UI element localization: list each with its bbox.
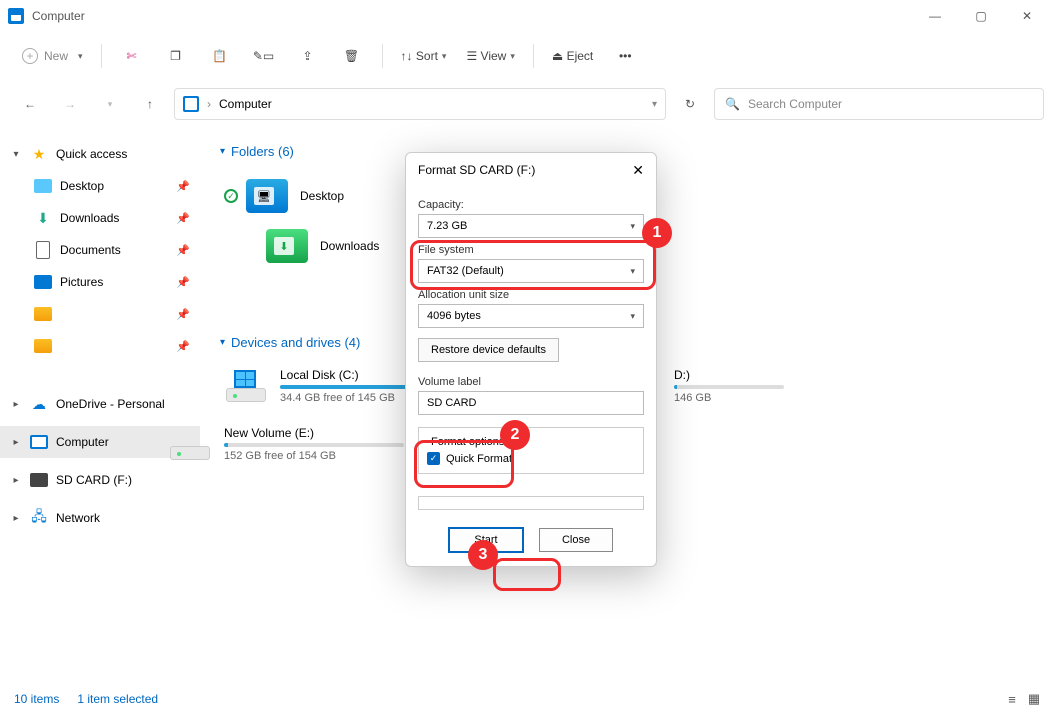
annotation-box-2	[414, 440, 514, 488]
sidebar-item-onedrive[interactable]: ▸ ☁ OneDrive - Personal	[0, 388, 200, 420]
allocation-label: Allocation unit size	[418, 289, 644, 301]
share-button[interactable]: ⇪	[288, 39, 328, 73]
sync-ok-icon: ✓	[224, 189, 238, 203]
maximize-button[interactable]: ▢	[958, 0, 1004, 32]
allocation-select[interactable]: 4096 bytes▾	[418, 304, 644, 328]
more-button[interactable]: •••	[605, 39, 645, 73]
star-icon: ★	[30, 145, 48, 163]
dialog-title: Format SD CARD (F:)	[418, 163, 535, 177]
eject-icon: ⏏	[552, 49, 563, 63]
sidebar-item-network[interactable]: ▸ 🖧 Network	[0, 502, 200, 534]
pin-icon: 📌	[176, 244, 190, 257]
minimize-button[interactable]: —	[912, 0, 958, 32]
annotation-number-3: 3	[468, 540, 498, 570]
cloud-icon: ☁	[30, 395, 48, 413]
format-progress	[418, 496, 644, 510]
sort-button[interactable]: ↑↓ Sort ▾	[393, 39, 455, 73]
network-icon: 🖧	[30, 509, 48, 527]
back-button[interactable]: ←	[14, 88, 46, 120]
sidebar-item-blank2[interactable]: 📌	[0, 330, 200, 362]
chevron-down-icon[interactable]: ▾	[652, 99, 657, 110]
toolbar: + New ▾ ✄ ❐ 📋 ✎▭ ⇪ 🗑 ↑↓ Sort ▾ ☰ View ▾ …	[0, 32, 1058, 80]
pin-icon: 📌	[176, 308, 190, 321]
folder-icon	[34, 307, 52, 321]
refresh-button[interactable]: ↻	[674, 88, 706, 120]
format-dialog: Format SD CARD (F:) ✕ Capacity: 7.23 GB▾…	[405, 152, 657, 567]
volume-label-input[interactable]: SD CARD	[418, 391, 644, 415]
dialog-close-button[interactable]: ✕	[632, 162, 644, 179]
annotation-box-1	[410, 240, 656, 290]
eject-button[interactable]: ⏏ Eject	[544, 39, 601, 73]
sidebar-item-documents[interactable]: Documents 📌	[0, 234, 200, 266]
restore-defaults-button[interactable]: Restore device defaults	[418, 338, 559, 362]
paste-button[interactable]: 📋	[200, 39, 240, 73]
capacity-label: Capacity:	[418, 199, 644, 211]
pc-icon	[30, 433, 48, 451]
document-icon	[34, 241, 52, 259]
desktop-icon	[34, 177, 52, 195]
breadcrumb[interactable]: Computer	[219, 97, 272, 111]
rename-button[interactable]: ✎▭	[244, 39, 284, 73]
download-icon: ⬇	[34, 209, 52, 227]
forward-button[interactable]: →	[54, 88, 86, 120]
volume-label-label: Volume label	[418, 376, 644, 388]
grid-view-button[interactable]: ▦	[1024, 690, 1044, 708]
chevron-down-icon: ▾	[78, 51, 83, 62]
recent-chevron[interactable]: ▾	[94, 88, 126, 120]
sidebar-item-blank1[interactable]: 📌	[0, 298, 200, 330]
pin-icon: 📌	[176, 212, 190, 225]
app-icon	[8, 8, 24, 24]
desktop-icon: 🖥	[254, 187, 274, 205]
annotation-box-3	[493, 558, 561, 591]
plus-icon: +	[22, 48, 38, 64]
pin-icon: 📌	[176, 276, 190, 289]
annotation-number-2: 2	[500, 420, 530, 450]
status-selected: 1 item selected	[77, 692, 158, 706]
status-items: 10 items	[14, 692, 59, 706]
drive-e[interactable]: New Volume (E:) 152 GB free of 154 GB	[164, 420, 444, 478]
nav-row: ← → ▾ ↑ › Computer ▾ ↻ 🔍 Search Computer	[0, 80, 1058, 128]
close-button[interactable]: ✕	[1004, 0, 1050, 32]
disk-icon	[168, 426, 212, 464]
view-icon: ☰	[466, 49, 477, 63]
pin-icon: 📌	[176, 180, 190, 193]
new-button[interactable]: + New ▾	[14, 39, 91, 73]
close-button[interactable]: Close	[539, 528, 613, 552]
sidebar-item-pictures[interactable]: Pictures 📌	[0, 266, 200, 298]
view-button[interactable]: ☰ View ▾	[458, 39, 522, 73]
statusbar: 10 items 1 item selected ≡ ▦	[0, 686, 1058, 712]
delete-button[interactable]: 🗑	[332, 39, 372, 73]
list-view-button[interactable]: ≡	[1002, 690, 1022, 708]
download-icon: ⬇	[274, 237, 294, 255]
search-input[interactable]: 🔍 Search Computer	[714, 88, 1044, 120]
sidebar-quick-access[interactable]: ▾ ★ Quick access	[0, 138, 200, 170]
sidebar: ▾ ★ Quick access Desktop 📌 ⬇ Downloads 📌…	[0, 128, 200, 686]
annotation-number-1: 1	[642, 218, 672, 248]
titlebar: Computer — ▢ ✕	[0, 0, 1058, 32]
copy-button[interactable]: ❐	[156, 39, 196, 73]
sidebar-item-downloads[interactable]: ⬇ Downloads 📌	[0, 202, 200, 234]
capacity-select[interactable]: 7.23 GB▾	[418, 214, 644, 238]
drive-d[interactable]: D:) 146 GB	[670, 362, 950, 420]
pc-icon	[183, 96, 199, 112]
address-bar[interactable]: › Computer ▾	[174, 88, 666, 120]
up-button[interactable]: ↑	[134, 88, 166, 120]
sidebar-item-desktop[interactable]: Desktop 📌	[0, 170, 200, 202]
cut-button[interactable]: ✄	[112, 39, 152, 73]
search-icon: 🔍	[725, 97, 740, 111]
pictures-icon	[34, 273, 52, 291]
window-title: Computer	[32, 9, 85, 23]
sort-icon: ↑↓	[401, 49, 413, 63]
folder-icon	[34, 339, 52, 353]
disk-icon	[224, 368, 268, 406]
pin-icon: 📌	[176, 340, 190, 353]
disk-icon	[30, 471, 48, 489]
